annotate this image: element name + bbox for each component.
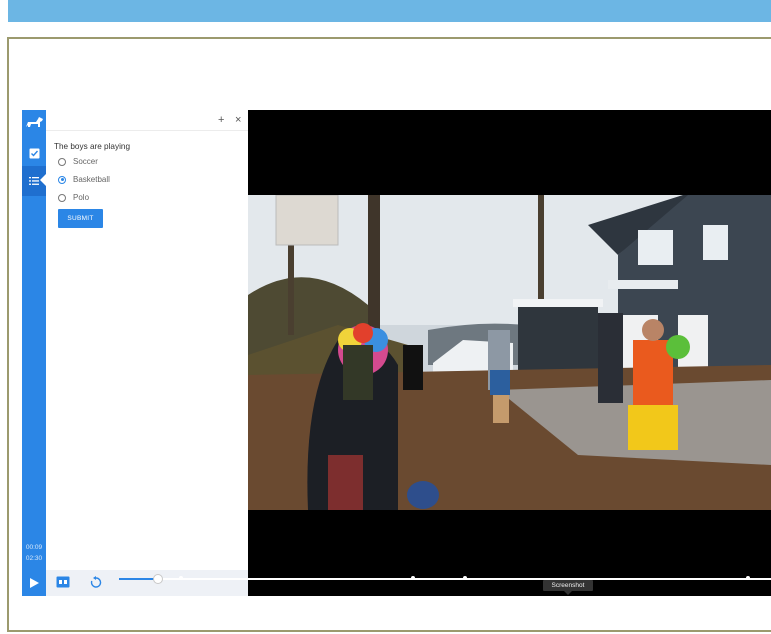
screenshot-tooltip: Screenshot [543, 580, 593, 595]
play-icon [29, 578, 39, 588]
panel-pointer [40, 174, 46, 186]
quiz-tab-button[interactable] [22, 140, 46, 166]
chapter-marker[interactable] [179, 576, 183, 580]
total-duration: 02:30 [25, 555, 43, 562]
option-label: Polo [73, 193, 90, 202]
radio-button[interactable] [58, 193, 66, 202]
player-controls [22, 570, 248, 596]
video-scene-image [248, 195, 771, 510]
chapter-marker[interactable] [746, 576, 750, 580]
close-icon[interactable]: × [235, 113, 241, 127]
replay-icon[interactable] [90, 576, 102, 588]
quiz-panel: + × The boys are playing Soccer Basketba… [40, 110, 248, 570]
seek-bar[interactable] [119, 578, 771, 580]
video-quiz-app: 00:09 02:30 + × The boys are playing Soc… [22, 110, 771, 596]
checkbox-icon [29, 148, 39, 158]
option-basketball[interactable]: Basketball [58, 175, 110, 184]
dog-logo-icon [26, 117, 43, 127]
video-frame[interactable] [248, 195, 771, 510]
option-soccer[interactable]: Soccer [58, 157, 98, 166]
option-label: Soccer [73, 157, 98, 166]
option-label: Basketball [73, 175, 110, 184]
play-button[interactable] [22, 570, 46, 596]
question-text: The boys are playing [54, 142, 131, 151]
elapsed-time: 00:09 [25, 544, 43, 551]
radio-button-selected[interactable] [58, 175, 66, 184]
top-bar [8, 0, 771, 22]
chapter-marker[interactable] [411, 576, 415, 580]
list-icon [29, 177, 39, 185]
add-icon[interactable]: + [218, 113, 224, 127]
chapter-marker[interactable] [463, 576, 467, 580]
option-polo[interactable]: Polo [58, 193, 89, 202]
panel-header: + × [46, 110, 248, 131]
radio-button[interactable] [58, 157, 66, 166]
submit-button[interactable]: SUBMIT [58, 209, 103, 228]
caption-icon[interactable] [56, 576, 70, 588]
